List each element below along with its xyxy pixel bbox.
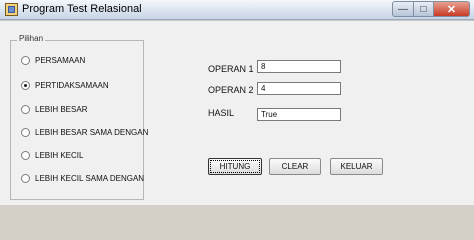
radio-lebih-kecil[interactable]: LEBIH KECIL <box>21 148 83 162</box>
app-icon[interactable] <box>5 3 18 16</box>
clear-button[interactable]: CLEAR <box>269 158 321 175</box>
hasil-output[interactable]: True <box>257 108 341 121</box>
radio-button[interactable] <box>21 104 30 114</box>
radio-button[interactable] <box>21 150 30 160</box>
radio-persamaan[interactable]: PERSAMAAN <box>21 53 85 67</box>
form-client-area: Pilihan PERSAMAAN PERTIDAKSAMAAN LEBIH B… <box>0 20 474 205</box>
groupbox-label: Pilihan <box>17 34 46 43</box>
operan1-label: OPERAN 1 <box>208 64 254 74</box>
radio-label: LEBIH BESAR SAMA DENGAN <box>35 127 149 137</box>
radio-label: PERSAMAAN <box>35 55 86 65</box>
radio-label: PERTIDAKSAMAAN <box>35 80 109 90</box>
maximize-button[interactable]: □ <box>414 1 434 17</box>
operan2-label: OPERAN 2 <box>208 85 254 95</box>
operan1-input[interactable]: 8 <box>257 60 341 73</box>
hitung-button[interactable]: HITUNG <box>208 158 262 175</box>
window-title: Program Test Relasional <box>22 3 142 15</box>
operan2-input[interactable]: 4 <box>257 82 341 95</box>
window-controls: — □ ✕ <box>392 1 470 18</box>
radio-button[interactable] <box>21 173 30 183</box>
radio-label: LEBIH BESAR <box>35 104 88 114</box>
minimize-button[interactable]: — <box>392 1 414 17</box>
keluar-button[interactable]: KELUAR <box>330 158 383 175</box>
radio-pertidaksamaan[interactable]: PERTIDAKSAMAAN <box>21 78 109 92</box>
radio-label: LEBIH KECIL <box>35 150 84 160</box>
hasil-label: HASIL <box>208 108 235 118</box>
radio-lebih-besar-sama-dengan[interactable]: LEBIH BESAR SAMA DENGAN <box>21 125 148 139</box>
radio-lebih-kecil-sama-dengan[interactable]: LEBIH KECIL SAMA DENGAN <box>21 171 144 185</box>
close-button[interactable]: ✕ <box>434 1 470 17</box>
radio-button[interactable] <box>21 127 30 137</box>
options-groupbox: Pilihan PERSAMAAN PERTIDAKSAMAAN LEBIH B… <box>10 34 148 200</box>
radio-button[interactable] <box>21 55 30 65</box>
radio-label: LEBIH KECIL SAMA DENGAN <box>35 173 145 183</box>
radio-button-checked[interactable] <box>21 80 30 90</box>
title-bar[interactable]: Program Test Relasional — □ ✕ <box>0 0 474 20</box>
radio-lebih-besar[interactable]: LEBIH BESAR <box>21 102 87 116</box>
